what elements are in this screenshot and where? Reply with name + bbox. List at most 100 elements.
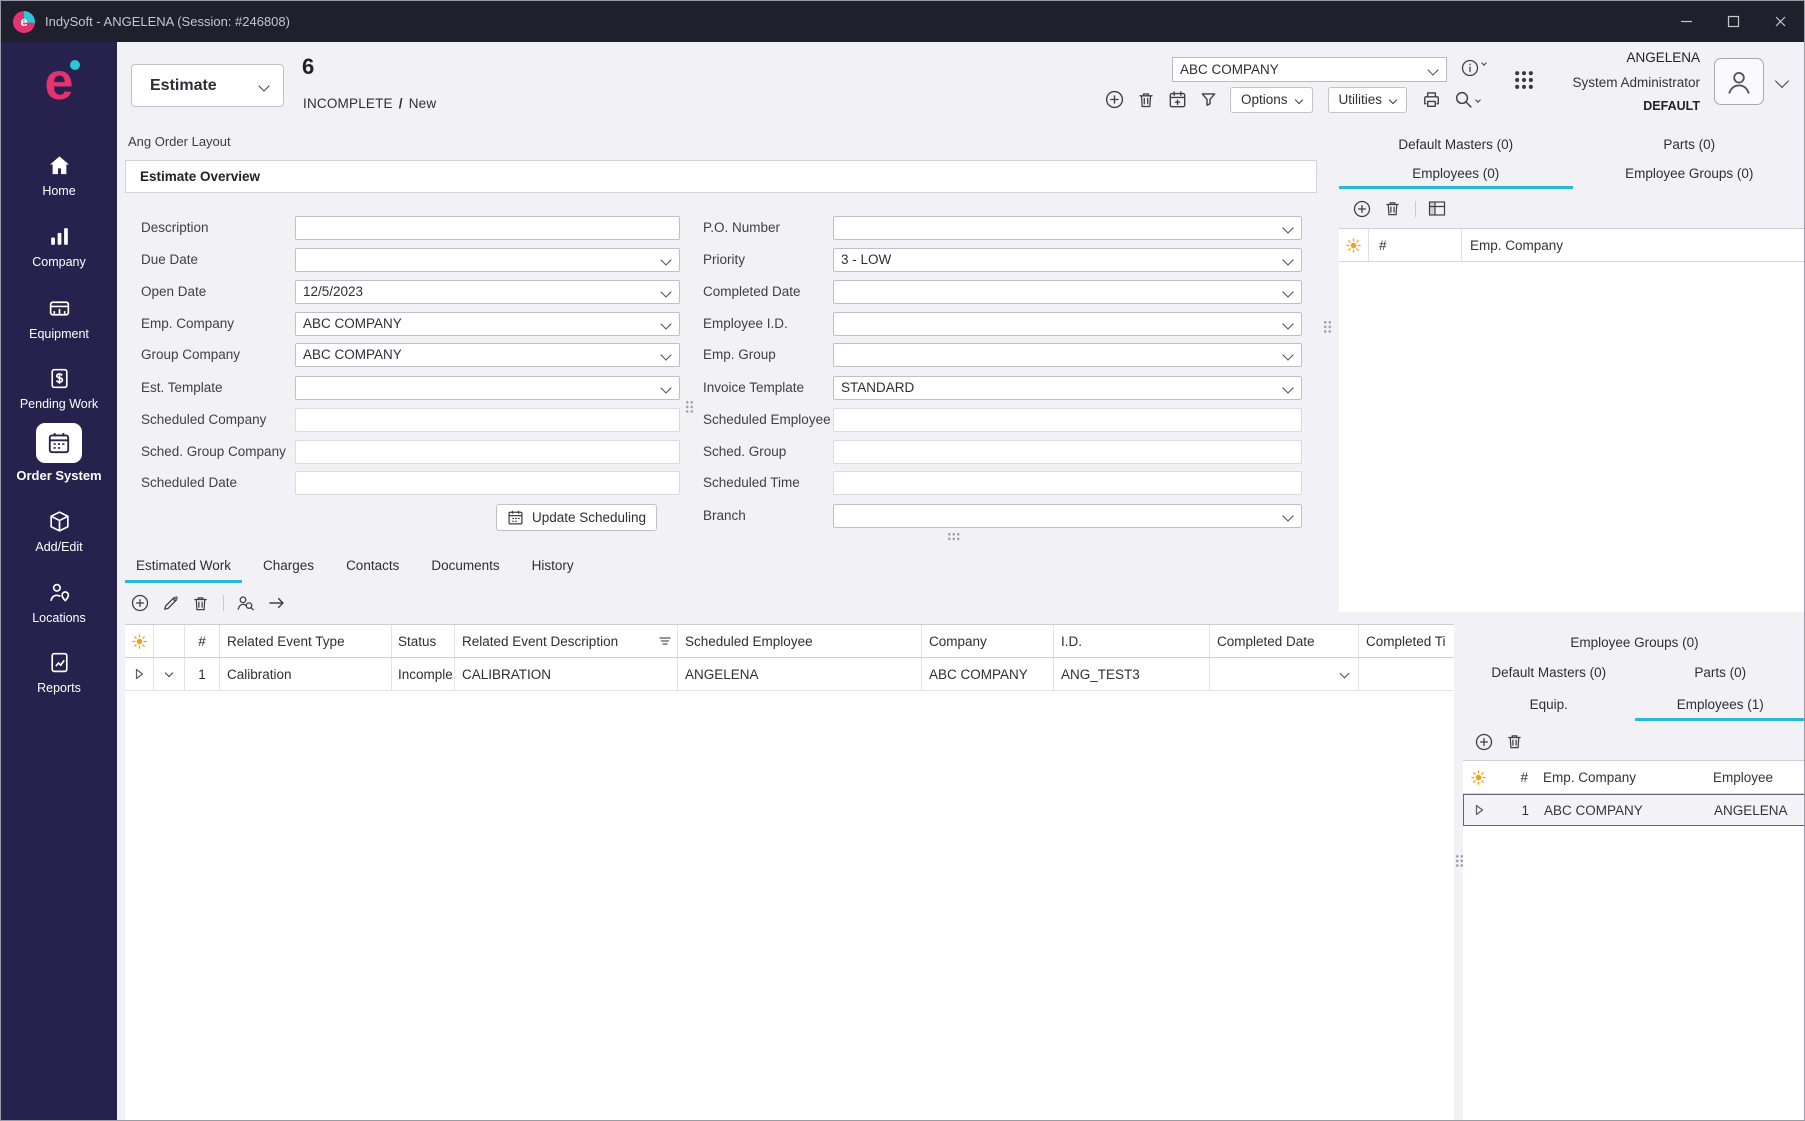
emp-group-select[interactable] <box>833 343 1302 367</box>
due-date-select[interactable] <box>295 248 680 272</box>
avatar[interactable] <box>1714 58 1764 105</box>
app-launcher-icon[interactable] <box>1513 69 1535 96</box>
row-expander-icon[interactable] <box>1464 795 1494 825</box>
sidebar-item-order-system[interactable]: Order System <box>1 423 117 483</box>
sort-icon[interactable] <box>658 635 672 647</box>
splitter-handle[interactable] <box>1323 320 1332 334</box>
tab-documents[interactable]: Documents <box>420 552 510 583</box>
calendar-icon <box>507 509 524 526</box>
add-work-button[interactable] <box>131 594 149 612</box>
column-num[interactable]: # <box>1369 229 1462 261</box>
sidebar-item-locations[interactable]: Locations <box>1 579 117 625</box>
completed-date-label: Completed Date <box>703 280 801 304</box>
employee-id-select[interactable] <box>833 312 1302 336</box>
go-to-arrow-button[interactable] <box>268 596 287 610</box>
tab-employees[interactable]: Employees (0) <box>1339 158 1573 189</box>
tab-charges[interactable]: Charges <box>252 552 325 583</box>
branch-select[interactable] <box>833 504 1302 528</box>
splitter-handle[interactable] <box>947 532 961 541</box>
sidebar-item-reports[interactable]: Reports <box>1 649 117 695</box>
sidebar-item-pending-work[interactable]: Pending Work <box>1 365 117 411</box>
tab-employees[interactable]: Employees (1) <box>1635 688 1805 721</box>
user-menu-chevron[interactable] <box>1777 73 1787 91</box>
tab-default-masters[interactable]: Default Masters (0) <box>1463 656 1635 688</box>
tab-contacts[interactable]: Contacts <box>335 552 410 583</box>
info-button[interactable] <box>1461 59 1486 77</box>
delete-row-button[interactable] <box>1506 733 1523 750</box>
column-num[interactable]: # <box>185 625 220 657</box>
scheduled-employee-input[interactable] <box>833 408 1302 432</box>
est-template-select[interactable] <box>295 376 680 400</box>
column-company[interactable]: Company <box>922 625 1054 657</box>
add-record-button[interactable] <box>1105 90 1124 109</box>
chevron-down-icon <box>1294 95 1302 103</box>
delete-work-button[interactable] <box>192 595 209 612</box>
record-type-dropdown[interactable]: Estimate <box>131 64 284 107</box>
company-selector[interactable]: ABC COMPANY <box>1172 57 1447 82</box>
add-row-button[interactable] <box>1475 733 1493 751</box>
sidebar-item-equipment[interactable]: Equipment <box>1 295 117 341</box>
maximize-button[interactable] <box>1710 1 1757 42</box>
open-date-select[interactable]: 12/5/2023 <box>295 280 680 304</box>
edit-work-button[interactable] <box>162 595 179 612</box>
close-button[interactable] <box>1757 1 1804 42</box>
row-masters-tabs: Equip. Employees (1) <box>1463 688 1805 721</box>
table-row[interactable]: 1 Calibration Incomple CALIBRATION ANGEL… <box>125 658 1454 691</box>
cell-completed-date[interactable] <box>1210 658 1359 690</box>
search-button[interactable] <box>1454 90 1480 109</box>
row-expander-icon[interactable] <box>125 658 154 690</box>
tab-employee-groups[interactable]: Employee Groups (0) <box>1463 628 1805 656</box>
tab-estimated-work[interactable]: Estimated Work <box>125 552 242 583</box>
tab-default-masters[interactable]: Default Masters (0) <box>1339 130 1573 158</box>
description-input[interactable] <box>295 216 680 240</box>
column-scheduled-employee[interactable]: Scheduled Employee <box>678 625 922 657</box>
sched-group-input[interactable] <box>833 440 1302 464</box>
sidebar-item-add-edit[interactable]: Add/Edit <box>1 508 117 554</box>
filter-icon[interactable] <box>1200 91 1217 108</box>
tab-equip[interactable]: Equip. <box>1463 688 1635 721</box>
column-id[interactable]: I.D. <box>1054 625 1210 657</box>
column-emp-company[interactable]: Emp. Company <box>1537 761 1707 793</box>
group-company-select[interactable]: ABC COMPANY <box>295 343 680 367</box>
column-related-event-description[interactable]: Related Event Description <box>455 625 678 657</box>
invoice-template-select[interactable]: STANDARD <box>833 376 1302 400</box>
column-emp-company[interactable]: Emp. Company <box>1462 229 1805 261</box>
row-dropdown-icon[interactable] <box>154 658 185 690</box>
sidebar-item-company[interactable]: Company <box>1 223 117 269</box>
column-completed-time[interactable]: Completed Ti <box>1359 625 1454 657</box>
update-scheduling-button[interactable]: Update Scheduling <box>496 504 657 531</box>
titlebar: e IndySoft - ANGELENA (Session: #246808) <box>1 1 1804 42</box>
tab-parts[interactable]: Parts (0) <box>1573 130 1805 158</box>
splitter-handle[interactable] <box>685 400 694 414</box>
table-row-selected[interactable]: 1 ABC COMPANY ANGELENA <box>1463 794 1805 826</box>
sidebar-item-home[interactable]: Home <box>1 152 117 198</box>
options-button[interactable]: Options <box>1230 87 1313 113</box>
column-completed-date[interactable]: Completed Date <box>1210 625 1359 657</box>
calendar-add-button[interactable] <box>1168 90 1187 109</box>
po-number-select[interactable] <box>833 216 1302 240</box>
add-row-button[interactable] <box>1353 200 1371 218</box>
utilities-button[interactable]: Utilities <box>1328 87 1408 113</box>
chevron-down-icon <box>258 80 269 91</box>
column-num[interactable]: # <box>1493 761 1537 793</box>
delete-record-button[interactable] <box>1137 91 1155 109</box>
print-button[interactable] <box>1422 90 1441 109</box>
scheduled-company-input[interactable] <box>295 408 680 432</box>
employee-search-button[interactable] <box>236 594 255 612</box>
delete-row-button[interactable] <box>1384 200 1401 217</box>
work-table-header: # Related Event Type Status Related Even… <box>125 625 1454 658</box>
emp-company-select[interactable]: ABC COMPANY <box>295 312 680 336</box>
scheduled-date-input[interactable] <box>295 471 680 495</box>
sched-group-company-input[interactable] <box>295 440 680 464</box>
column-employee[interactable]: Employee <box>1707 761 1805 793</box>
priority-select[interactable]: 3 - LOW <box>833 248 1302 272</box>
column-related-event-type[interactable]: Related Event Type <box>220 625 392 657</box>
completed-date-select[interactable] <box>833 280 1302 304</box>
tab-history[interactable]: History <box>521 552 585 583</box>
scheduled-time-input[interactable] <box>833 471 1302 495</box>
tab-employee-groups[interactable]: Employee Groups (0) <box>1573 158 1805 189</box>
minimize-button[interactable] <box>1663 1 1710 42</box>
tab-parts[interactable]: Parts (0) <box>1635 656 1805 688</box>
column-status[interactable]: Status <box>392 625 455 657</box>
grid-view-button[interactable] <box>1428 200 1446 217</box>
